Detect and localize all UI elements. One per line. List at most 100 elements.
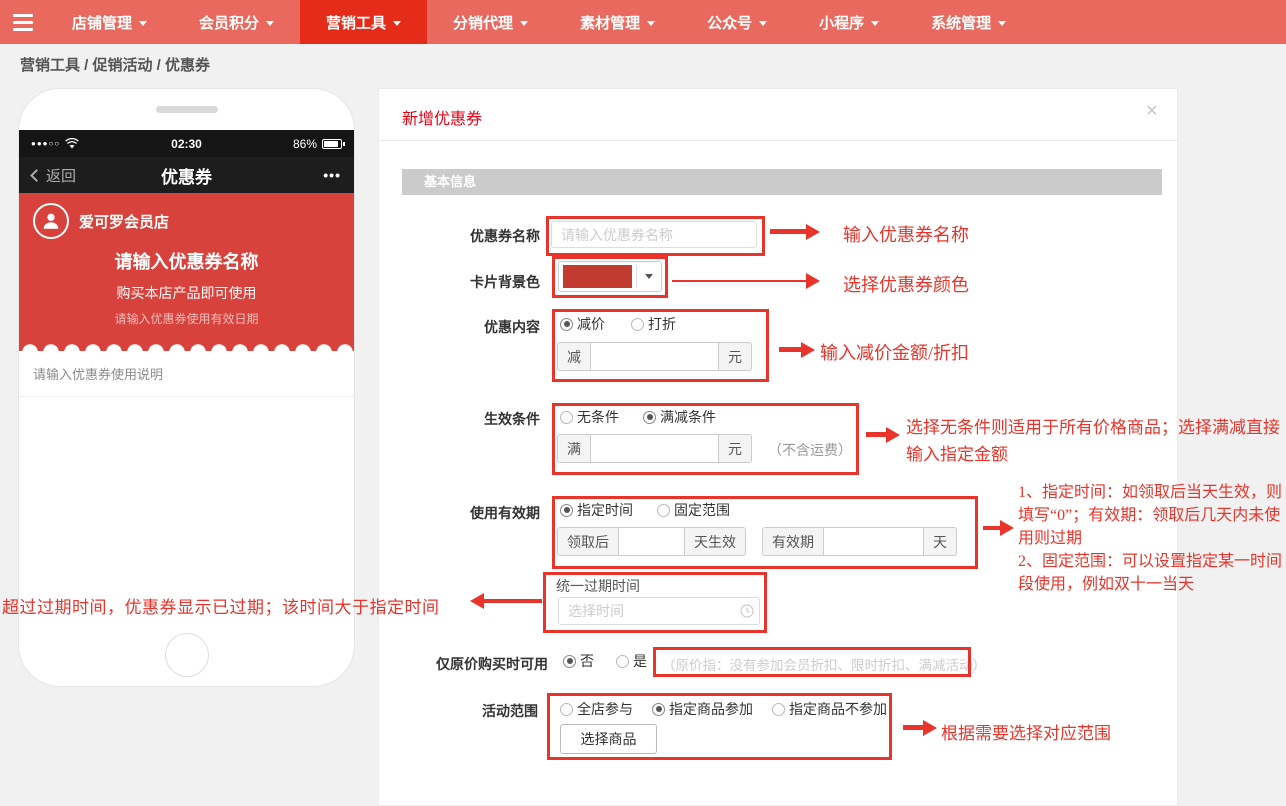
radio-threshold-condition[interactable]: 满减条件 bbox=[643, 407, 716, 427]
expire-time-label: 统一过期时间 bbox=[556, 576, 640, 596]
radio-icon bbox=[560, 318, 573, 331]
discount-content-label: 优惠内容 bbox=[390, 317, 540, 337]
nav-item-shop[interactable]: 店铺管理 bbox=[46, 0, 173, 44]
nav-item-material[interactable]: 素材管理 bbox=[554, 0, 681, 44]
validity-label: 使用有效期 bbox=[390, 503, 540, 523]
valid-days-input[interactable] bbox=[824, 527, 924, 556]
coupon-usage-note-preview: 请输入优惠券使用说明 bbox=[19, 351, 354, 397]
annotation-arrow-content bbox=[779, 347, 801, 352]
suffix-yuan: 元 bbox=[719, 434, 752, 463]
validity-radios: 指定时间 固定范围 bbox=[560, 500, 730, 520]
condition-label: 生效条件 bbox=[390, 409, 540, 429]
original-price-hint: （原价指：没有参加会员折扣、限时折扣、满减活动） bbox=[662, 654, 986, 674]
radio-icon bbox=[563, 655, 576, 668]
threshold-amount-group: 满 元 bbox=[557, 434, 752, 463]
radio-icon bbox=[631, 318, 644, 331]
suffix-day: 天 bbox=[924, 527, 957, 556]
scope-label: 活动范围 bbox=[388, 701, 538, 721]
radio-discount[interactable]: 打折 bbox=[631, 314, 676, 334]
more-dots-icon: ••• bbox=[271, 167, 341, 183]
battery-icon bbox=[322, 139, 342, 149]
coupon-card-preview: 爱可罗会员店 请输入优惠券名称 购买本店产品即可使用 请输入优惠券使用有效日期 bbox=[19, 193, 354, 351]
coupon-subtitle-preview: 购买本店产品即可使用 bbox=[33, 283, 340, 303]
annotation-scope: 根据需要选择对应范围 bbox=[941, 719, 1111, 744]
annotation-arrow-color bbox=[672, 280, 806, 282]
phone-status-bar: ●●●○○ 02:30 86% bbox=[19, 130, 354, 157]
radio-whole-store[interactable]: 全店参与 bbox=[560, 699, 633, 719]
annotation-validity-line2: 2、固定范围：可以设置指定某一时间段使用，例如双十一当天 bbox=[1018, 550, 1284, 596]
annotation-name: 输入优惠券名称 bbox=[843, 221, 969, 247]
store-name: 爱可罗会员店 bbox=[79, 211, 169, 232]
reduce-amount-input[interactable] bbox=[591, 342, 719, 371]
radio-reduce-price[interactable]: 减价 bbox=[560, 314, 605, 334]
select-products-button[interactable]: 选择商品 bbox=[560, 724, 657, 754]
radio-specified-time[interactable]: 指定时间 bbox=[560, 500, 633, 520]
phone-screen: ●●●○○ 02:30 86% 返回 优惠券 bbox=[19, 130, 354, 397]
chevron-down-icon bbox=[647, 21, 655, 30]
nav-item-system[interactable]: 系统管理 bbox=[905, 0, 1032, 44]
discount-type-radios: 减价 打折 bbox=[560, 314, 676, 334]
store-avatar bbox=[33, 203, 69, 239]
clock-icon bbox=[740, 604, 754, 623]
divider bbox=[379, 140, 1177, 141]
phone-back-button: 返回 bbox=[32, 165, 102, 186]
phone-nav-bar: 返回 优惠券 ••• bbox=[19, 157, 354, 193]
nav-item-mini-program[interactable]: 小程序 bbox=[793, 0, 905, 44]
annotation-validity: 1、指定时间：如领取后当天生效，则填写“0”；有效期：领取后几天内未使用则过期 … bbox=[1018, 481, 1284, 596]
annotation-arrow-scope bbox=[903, 725, 923, 730]
home-button bbox=[165, 633, 209, 677]
close-icon[interactable]: × bbox=[1146, 101, 1158, 121]
radio-no[interactable]: 否 bbox=[563, 651, 594, 671]
prefix-after-claim: 领取后 bbox=[557, 527, 619, 556]
panel-title: 新增优惠券 bbox=[402, 105, 482, 129]
prefix-validity: 有效期 bbox=[762, 527, 824, 556]
chevron-down-icon bbox=[139, 21, 147, 30]
nav-item-official-account[interactable]: 公众号 bbox=[681, 0, 793, 44]
radio-yes[interactable]: 是 bbox=[616, 651, 647, 671]
annotation-arrow-validity bbox=[983, 526, 1000, 530]
status-time: 02:30 bbox=[121, 137, 252, 151]
chevron-down-icon bbox=[871, 21, 879, 30]
radio-no-condition[interactable]: 无条件 bbox=[560, 407, 619, 427]
top-nav: 店铺管理 会员积分 营销工具 分销代理 素材管理 公众号 小程序 系统管理 bbox=[0, 0, 1286, 44]
reduce-amount-group: 减 元 bbox=[557, 342, 752, 371]
scalloped-edge bbox=[19, 342, 354, 352]
nav-item-points[interactable]: 会员积分 bbox=[173, 0, 300, 44]
annotation-condition: 选择无条件则适用于所有价格商品；选择满减直接输入指定金额 bbox=[906, 414, 1286, 468]
battery-percent: 86% bbox=[293, 137, 317, 151]
section-basic-info: 基本信息 bbox=[402, 169, 1162, 195]
days-to-activate-group: 领取后 天生效 bbox=[557, 527, 746, 556]
radio-icon bbox=[652, 703, 665, 716]
phone-page-title: 优惠券 bbox=[102, 163, 271, 188]
prefix-man: 满 bbox=[557, 434, 591, 463]
nav-item-marketing[interactable]: 营销工具 bbox=[300, 0, 427, 44]
chevron-down-icon bbox=[759, 21, 767, 30]
radio-specified-products[interactable]: 指定商品参加 bbox=[652, 699, 753, 719]
coupon-date-hint-preview: 请输入优惠券使用有效日期 bbox=[33, 310, 340, 327]
nav-item-distribution[interactable]: 分销代理 bbox=[427, 0, 554, 44]
radio-icon bbox=[560, 504, 573, 517]
color-picker-dropdown[interactable] bbox=[558, 261, 662, 292]
radio-fixed-range[interactable]: 固定范围 bbox=[657, 500, 730, 520]
annotation-arrow-expire bbox=[484, 599, 542, 603]
shipping-note: （不含运费） bbox=[768, 440, 852, 460]
chevron-down-icon bbox=[637, 272, 661, 281]
suffix-yuan: 元 bbox=[719, 342, 752, 371]
scope-radios: 全店参与 指定商品参加 指定商品不参加 bbox=[560, 699, 887, 719]
wifi-icon bbox=[65, 138, 79, 149]
days-to-activate-input[interactable] bbox=[619, 527, 685, 556]
color-swatch bbox=[563, 265, 632, 288]
radio-excluded-products[interactable]: 指定商品不参加 bbox=[772, 699, 887, 719]
coupon-name-input[interactable] bbox=[551, 221, 757, 248]
card-color-label: 卡片背景色 bbox=[390, 272, 540, 292]
phone-speaker bbox=[156, 106, 218, 113]
radio-icon bbox=[560, 411, 573, 424]
radio-icon bbox=[643, 411, 656, 424]
page: 店铺管理 会员积分 营销工具 分销代理 素材管理 公众号 小程序 系统管理 营销… bbox=[0, 0, 1286, 806]
original-price-label: 仅原价购买时可用 bbox=[390, 654, 548, 674]
hamburger-icon[interactable] bbox=[0, 0, 46, 44]
coupon-title-preview: 请输入优惠券名称 bbox=[33, 248, 340, 274]
annotation-color: 选择优惠券颜色 bbox=[843, 271, 969, 297]
expire-time-input[interactable] bbox=[558, 597, 760, 625]
threshold-amount-input[interactable] bbox=[591, 434, 719, 463]
